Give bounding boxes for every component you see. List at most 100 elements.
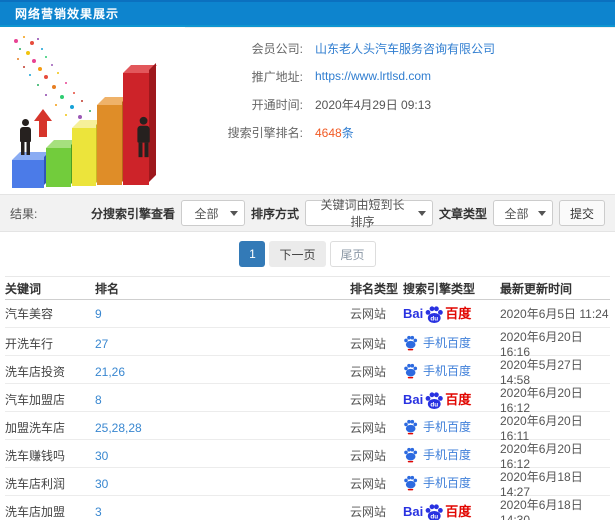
- keyword-cell: 洗车店投资: [5, 365, 66, 379]
- baidu-paw-icon: du: [425, 305, 444, 323]
- info-row-rank-count: 搜索引擎排名: 4648条: [185, 118, 605, 146]
- page-title: 网络营销效果展示: [15, 7, 120, 21]
- bar-blue: [12, 160, 44, 188]
- sort-label: 排序方式: [250, 206, 299, 221]
- update-time-cell: 2020年6月20日 16:12: [500, 386, 583, 415]
- article-type-select[interactable]: 全部: [492, 200, 553, 226]
- rank-link[interactable]: 21,26: [95, 365, 350, 379]
- keyword-cell: 加盟洗车店: [5, 421, 66, 435]
- rank-link[interactable]: 8: [95, 393, 350, 407]
- table-row: 汽车美容 9 云网站 Bai du 百度 2020年6月5日 11:24: [5, 300, 610, 328]
- engine-view-select[interactable]: 全部: [180, 200, 245, 226]
- bar-yellow: [72, 128, 96, 186]
- engine-cell: 手机百度: [403, 446, 500, 466]
- rank-link[interactable]: 25,28,28: [95, 421, 350, 435]
- bar-orange: [97, 105, 122, 185]
- rank-type-cell: 云网站: [350, 477, 387, 491]
- update-time-cell: 2020年6月20日 16:16: [500, 330, 583, 359]
- rank-link[interactable]: 3: [95, 505, 350, 519]
- sort-select[interactable]: 关键词由短到长排序: [304, 198, 433, 229]
- header-engine-type: 搜索引擎类型: [403, 281, 476, 296]
- rank-type-cell: 云网站: [350, 449, 387, 463]
- baidu-paw-icon: du: [425, 391, 444, 409]
- company-label: 会员公司:: [251, 41, 303, 56]
- header-keyword: 关键词: [5, 281, 42, 296]
- update-time-cell: 2020年6月18日 14:27: [500, 470, 583, 499]
- keyword-cell: 洗车店利润: [5, 477, 66, 491]
- up-arrow-icon: [34, 109, 52, 137]
- result-label: 结果:: [10, 206, 38, 221]
- filter-controls: 分搜索引擎查看 全部 排序方式 关键词由短到长排序 文章类型 全部 提交: [90, 198, 605, 229]
- confetti-dots: [14, 39, 18, 43]
- engine-view-selected: 全部: [194, 206, 219, 221]
- caret-down-icon: [417, 210, 426, 216]
- promo-url-link[interactable]: https://www.lrtlsd.com: [315, 69, 431, 83]
- mobile-baidu-logo: 手机百度: [403, 334, 471, 351]
- caret-down-icon: [537, 210, 546, 216]
- info-section: 会员公司: 山东老人头汽车服务咨询有限公司 推广地址: https://www.…: [0, 27, 615, 194]
- rank-type-cell: 云网站: [350, 307, 387, 321]
- table-row: 加盟洗车店 25,28,28 云网站 手机百度 2020年6月20日 16:11: [5, 412, 610, 443]
- submit-button[interactable]: 提交: [558, 200, 605, 226]
- keyword-cell: 洗车店加盟: [5, 505, 66, 519]
- rank-count-label: 搜索引擎排名:: [227, 125, 303, 140]
- mobile-baidu-logo: 手机百度: [403, 362, 471, 379]
- next-page-button[interactable]: 下一页: [269, 241, 326, 267]
- header-update-time: 最新更新时间: [500, 281, 573, 296]
- rank-link[interactable]: 27: [95, 337, 350, 351]
- rank-link[interactable]: 30: [95, 449, 350, 463]
- table-body: 汽车美容 9 云网站 Bai du 百度 2020年6月5日 11:24 开洗车行 …: [5, 300, 610, 520]
- baidu-logo: Bai du 百度: [403, 304, 471, 324]
- rank-count-number: 4648: [315, 125, 342, 140]
- caret-down-icon: [229, 210, 238, 216]
- info-row-company: 会员公司: 山东老人头汽车服务咨询有限公司: [185, 34, 605, 62]
- keyword-cell: 汽车美容: [5, 307, 54, 321]
- table-row: 开洗车行 27 云网站 手机百度 2020年6月20日 16:16: [5, 328, 610, 359]
- engine-cell: Bai du 百度: [403, 304, 500, 324]
- rank-type-cell: 云网站: [350, 365, 387, 379]
- update-time-cell: 2020年6月20日 16:12: [500, 442, 583, 471]
- update-time-cell: 2020年6月18日 14:30: [500, 498, 583, 520]
- rank-type-cell: 云网站: [350, 421, 387, 435]
- svg-text:du: du: [431, 315, 439, 322]
- mobile-baidu-paw-icon: [404, 447, 418, 462]
- last-page-button[interactable]: 尾页: [329, 241, 376, 267]
- results-table: 关键词 排名 排名类型 搜索引擎类型 最新更新时间 汽车美容 9 云网站 Bai…: [0, 276, 615, 520]
- keyword-cell: 洗车赚钱吗: [5, 449, 66, 463]
- company-link[interactable]: 山东老人头汽车服务咨询有限公司: [315, 40, 495, 57]
- article-type-label: 文章类型: [438, 206, 487, 221]
- businessman-right: [135, 117, 151, 158]
- engine-cell: Bai du 百度: [403, 390, 500, 410]
- mobile-baidu-logo: 手机百度: [403, 446, 471, 463]
- rank-count-unit: 条: [341, 125, 354, 140]
- header-rank: 排名: [95, 281, 120, 296]
- bar-green: [46, 148, 71, 187]
- rank-type-cell: 云网站: [350, 505, 387, 519]
- engine-cell: Bai du 百度: [403, 502, 500, 520]
- update-time-cell: 2020年6月5日 11:24: [500, 307, 609, 321]
- table-row: 汽车加盟店 8 云网站 Bai du 百度 2020年6月20日 16:12: [5, 384, 610, 415]
- promo-url-label: 推广地址:: [251, 69, 303, 84]
- article-type-selected: 全部: [504, 206, 529, 221]
- rank-type-cell: 云网站: [350, 337, 387, 351]
- mobile-baidu-logo: 手机百度: [403, 474, 471, 491]
- baidu-logo: Bai du 百度: [403, 502, 471, 520]
- baidu-logo: Bai du 百度: [403, 390, 471, 410]
- update-time-cell: 2020年5月27日 14:58: [500, 358, 583, 387]
- account-info-list: 会员公司: 山东老人头汽车服务咨询有限公司 推广地址: https://www.…: [185, 27, 615, 194]
- pagination: 1 下一页 尾页: [0, 232, 615, 276]
- table-header-row: 关键词 排名 排名类型 搜索引擎类型 最新更新时间: [5, 276, 610, 300]
- rank-type-cell: 云网站: [350, 393, 387, 407]
- rank-link[interactable]: 30: [95, 477, 350, 491]
- page-1-button[interactable]: 1: [239, 241, 266, 267]
- engine-view-label: 分搜索引擎查看: [90, 206, 175, 221]
- open-time-value: 2020年4月29日 09:13: [315, 97, 432, 112]
- rank-link[interactable]: 9: [95, 307, 350, 321]
- table-row: 洗车店加盟 3 云网站 Bai du 百度 2020年6月18日 14:30: [5, 496, 610, 520]
- svg-text:du: du: [431, 401, 439, 408]
- keyword-cell: 开洗车行: [5, 337, 54, 351]
- mobile-baidu-paw-icon: [404, 419, 418, 434]
- mobile-baidu-logo: 手机百度: [403, 418, 471, 435]
- keyword-cell: 汽车加盟店: [5, 393, 66, 407]
- engine-cell: 手机百度: [403, 418, 500, 438]
